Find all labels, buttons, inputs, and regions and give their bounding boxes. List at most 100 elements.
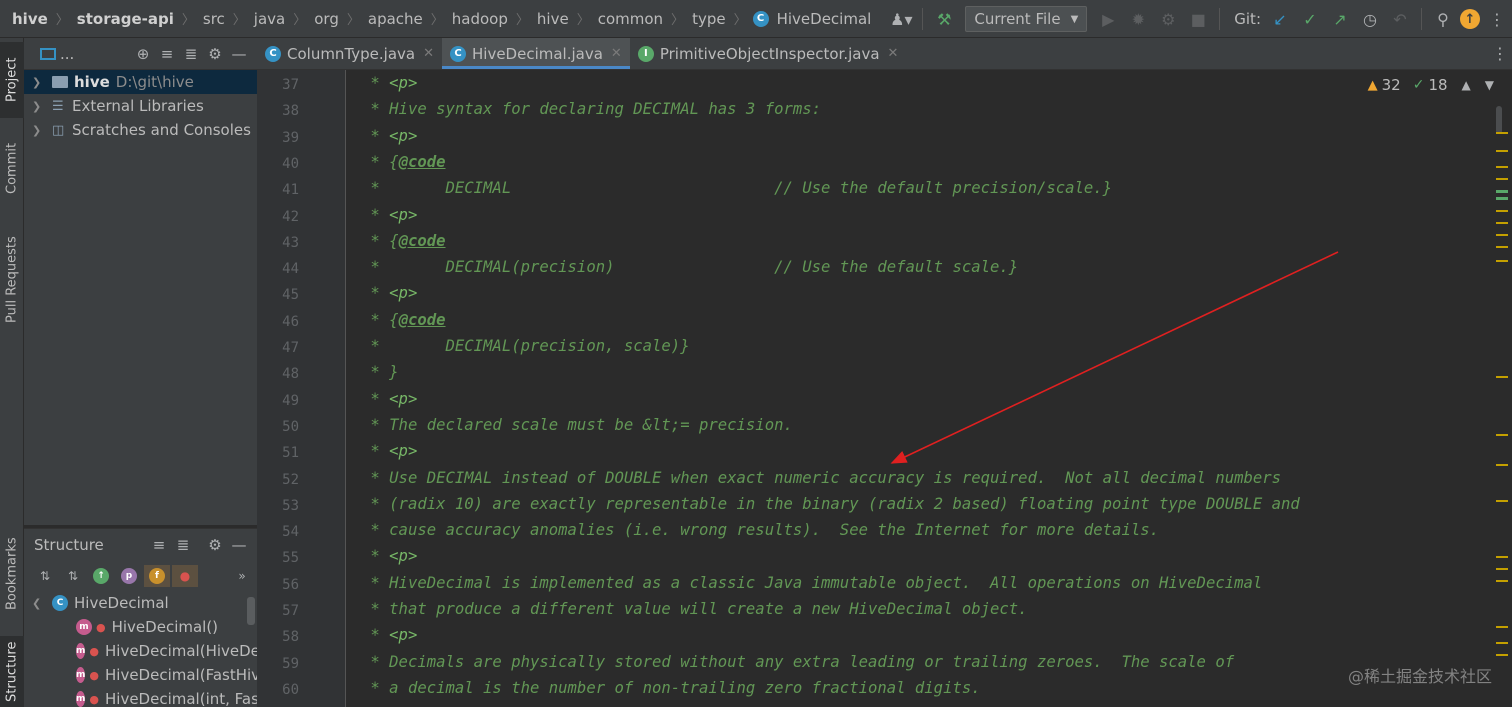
line-number[interactable]: 55 [257,550,299,566]
stripe-mark[interactable] [1496,464,1508,466]
line-number[interactable]: 50 [257,419,299,435]
build-hammer-icon[interactable]: ⚒ [931,6,957,32]
stripe-mark[interactable] [1496,150,1508,152]
collapse-all-icon[interactable]: ≣ [179,45,203,63]
user-icon[interactable]: ♟▾ [888,6,914,32]
commit-tool-tab[interactable]: Commit [0,130,24,206]
code-line[interactable]: * <p> [361,442,417,460]
code-line[interactable]: * DECIMAL // Use the default precision/s… [361,179,1112,197]
line-number[interactable]: 44 [257,261,299,277]
code-line[interactable]: * <p> [361,127,417,145]
show-properties-icon[interactable]: p [116,565,142,587]
line-number[interactable]: 42 [257,209,299,225]
ide-update-icon[interactable]: ↑ [1460,9,1480,29]
stripe-mark[interactable] [1496,626,1508,628]
structure-scrollbar[interactable] [247,597,255,625]
line-number[interactable]: 48 [257,366,299,382]
code-line[interactable]: * {@code [361,232,445,250]
previous-problem-icon[interactable]: ▲ [1462,78,1471,92]
expand-all-icon[interactable]: ≡ [155,45,179,63]
code-line[interactable]: * <p> [361,206,417,224]
line-number[interactable]: 47 [257,340,299,356]
breadcrumb-current-file[interactable]: HiveDecimal [775,10,874,28]
git-update-icon[interactable]: ↙ [1267,6,1293,32]
breadcrumb-item[interactable]: type [690,10,728,28]
stop-icon[interactable]: ■ [1185,6,1211,32]
breadcrumb-item[interactable]: hadoop [450,10,510,28]
code-line[interactable]: * <p> [361,390,417,408]
code-line[interactable]: * The declared scale must be &lt;= preci… [361,416,792,434]
code-line[interactable]: * Decimals are physically stored without… [361,653,1234,671]
line-number[interactable]: 49 [257,393,299,409]
tree-item-scratches[interactable]: ❯ ◫ Scratches and Consoles [24,118,257,142]
code-line[interactable]: * {@code [361,153,445,171]
line-number[interactable]: 59 [257,656,299,672]
project-view-icon[interactable] [40,47,56,60]
breadcrumb-item[interactable]: apache [366,10,425,28]
stripe-mark[interactable] [1496,197,1508,200]
tab-hivedecimal-java[interactable]: C HiveDecimal.java ✕ [442,38,630,69]
breadcrumb-item[interactable]: hive [535,10,571,28]
stripe-mark[interactable] [1496,568,1508,570]
line-number[interactable]: 40 [257,156,299,172]
line-number[interactable]: 37 [257,77,299,93]
rollback-icon[interactable]: ↶ [1387,6,1413,32]
stripe-mark[interactable] [1496,234,1508,236]
code-line[interactable]: * DECIMAL(precision, scale)} [361,337,689,355]
breadcrumb-item[interactable]: java [252,10,287,28]
chevron-right-icon[interactable]: ❯ [32,100,48,113]
code-line[interactable]: * Use DECIMAL instead of DOUBLE when exa… [361,469,1281,487]
code-line[interactable]: * cause accuracy anomalies (i.e. wrong r… [361,521,1159,539]
line-number[interactable]: 51 [257,445,299,461]
tree-item-hive-project[interactable]: ❯ hive D:\git\hive [24,70,257,94]
history-icon[interactable]: ◷ [1357,6,1383,32]
expand-all-icon[interactable]: ≡ [147,536,171,554]
stripe-mark[interactable] [1496,132,1508,134]
line-number[interactable]: 54 [257,524,299,540]
line-number-gutter[interactable]: 37 38 39 40 41 42 43 44 45 46 47 48 49 50 51 52 53 54 55 56… [257,70,345,707]
line-number[interactable]: 57 [257,603,299,619]
line-number[interactable]: 60 [257,682,299,698]
line-number[interactable]: 43 [257,235,299,251]
tree-item-external-libraries[interactable]: ❯ ☰ External Libraries [24,94,257,118]
code-line[interactable]: * } [361,363,398,381]
tab-columntype-java[interactable]: C ColumnType.java ✕ [257,38,442,69]
stripe-mark[interactable] [1496,178,1508,180]
bookmarks-tool-tab[interactable]: Bookmarks [0,524,24,624]
code-line[interactable]: * <p> [361,284,417,302]
breadcrumb-item[interactable]: common [596,10,665,28]
code-editor[interactable]: 37 38 39 40 41 42 43 44 45 46 47 48 49 50 51 52 53 54 55 56… [257,70,1512,707]
project-view-selector[interactable]: ... [60,45,74,63]
pull-requests-tool-tab[interactable]: Pull Requests [0,224,24,336]
stripe-mark[interactable] [1496,580,1508,582]
stripe-mark[interactable] [1496,654,1508,656]
line-number[interactable]: 46 [257,314,299,330]
tab-list-menu-icon[interactable]: ⋮ [1488,38,1512,69]
stripe-mark[interactable] [1496,222,1508,224]
close-icon[interactable]: ✕ [611,46,622,61]
search-icon[interactable]: ⚲ [1430,6,1456,32]
code-line[interactable]: * <p> [361,74,417,92]
tab-primitiveobjectinspector-java[interactable]: I PrimitiveObjectInspector.java ✕ [630,38,907,69]
error-stripe[interactable] [1492,70,1512,707]
stripe-mark[interactable] [1496,500,1508,502]
show-inherited-icon[interactable]: ↑ [88,565,114,587]
stripe-mark[interactable] [1496,210,1508,212]
code-line[interactable]: * (radix 10) are exactly representable i… [361,495,1299,513]
run-configuration-select[interactable]: Current File ▼ [965,6,1088,32]
code-line[interactable]: * Hive syntax for declaring DECIMAL has … [361,100,821,118]
structure-member[interactable]: m ● HiveDecimal(FastHiv [24,663,257,687]
stripe-mark[interactable] [1496,246,1508,248]
sort-by-visibility-icon[interactable]: ⇅ [32,565,58,587]
close-icon[interactable]: ✕ [888,46,899,61]
line-number[interactable]: 38 [257,103,299,119]
code-line[interactable]: * HiveDecimal is implemented as a classi… [361,574,1262,592]
run-icon[interactable]: ▶ [1095,6,1121,32]
chevron-down-icon[interactable]: ❮ [32,597,48,610]
structure-root-class[interactable]: ❮ C HiveDecimal [24,591,257,615]
stripe-mark[interactable] [1496,190,1508,193]
breadcrumb-item[interactable]: org [312,10,341,28]
chevron-right-icon[interactable]: ❯ [32,76,48,89]
git-commit-icon[interactable]: ✓ [1297,6,1323,32]
stripe-mark[interactable] [1496,260,1508,262]
